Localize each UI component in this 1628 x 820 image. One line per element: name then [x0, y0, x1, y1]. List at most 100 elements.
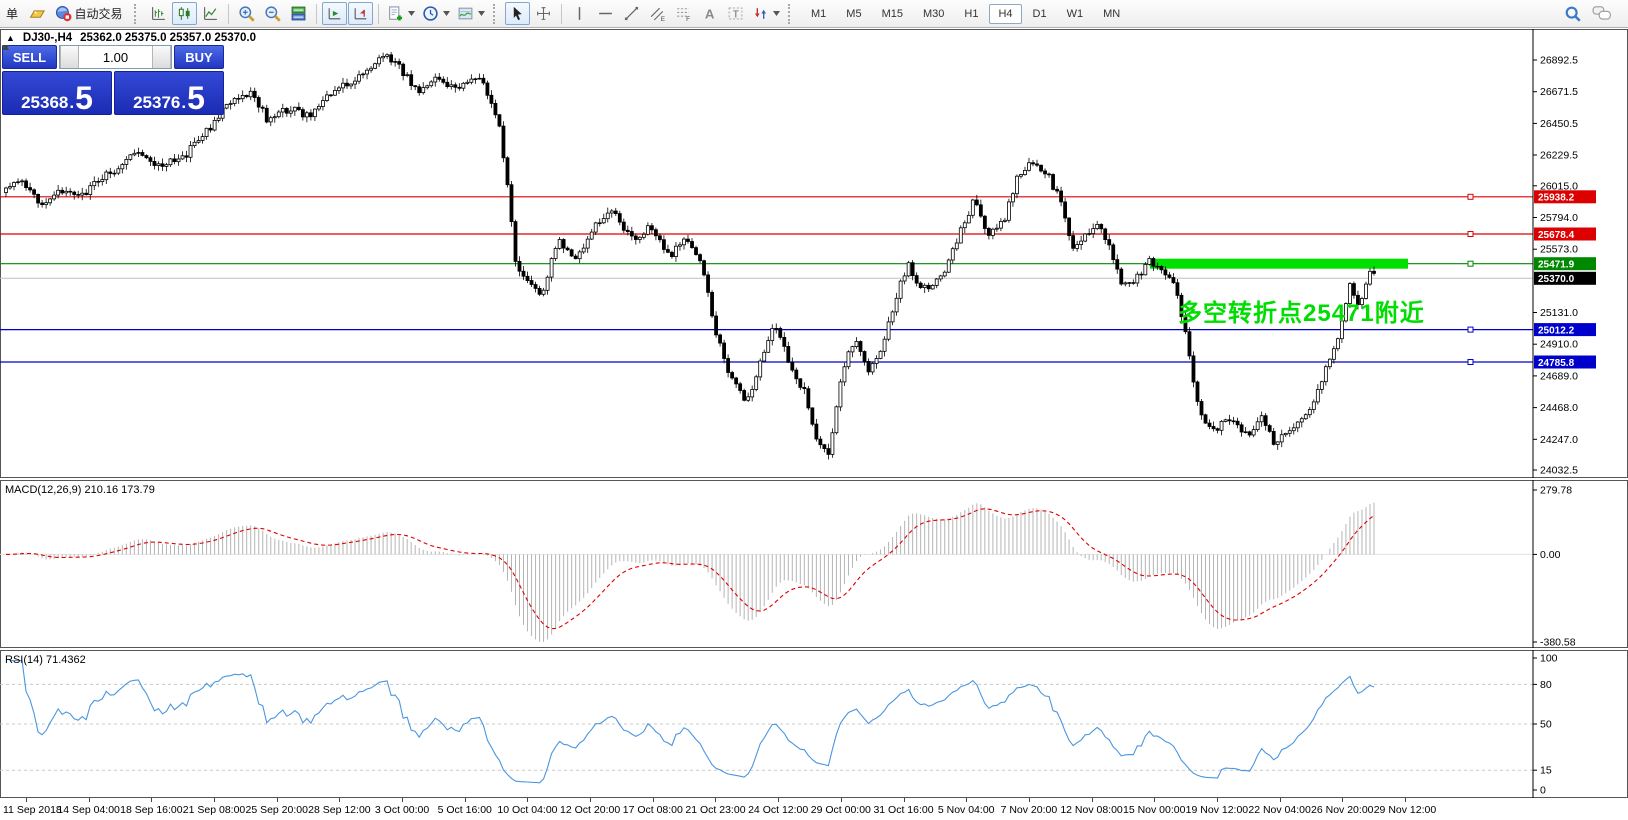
volume-increase-button[interactable]	[152, 46, 171, 68]
add-indicator-button[interactable]	[384, 2, 418, 25]
macd-tick: 0.00	[1540, 549, 1561, 561]
channel-icon: E	[649, 5, 666, 22]
timeframe-button-m1[interactable]: M1	[802, 4, 835, 24]
sell-price: 25368	[21, 94, 68, 111]
chart-shift-button[interactable]	[348, 2, 373, 25]
volume-input[interactable]: 1.00	[79, 46, 152, 68]
price-tick: 24247.0	[1540, 434, 1578, 446]
price-level-label: 25012.2	[1538, 325, 1575, 336]
buy-price-box[interactable]: 25376.5	[114, 71, 224, 115]
clock-icon	[422, 5, 439, 22]
line-handle[interactable]	[1468, 232, 1473, 237]
auto-scroll-button[interactable]	[322, 2, 347, 25]
crosshair-button[interactable]	[531, 2, 556, 25]
arrows-button[interactable]	[749, 2, 783, 25]
line-chart-button[interactable]	[198, 2, 223, 25]
macd-tick: -380.58	[1540, 637, 1576, 649]
chart-annotation[interactable]: 多空转折点25471附近	[1178, 293, 1425, 328]
current-price-label: 25370.0	[1538, 274, 1575, 285]
template-icon	[457, 5, 474, 22]
toolbar-grip[interactable]	[493, 4, 500, 24]
timeframe-button-h1[interactable]: H1	[955, 4, 987, 24]
cursor-icon	[509, 5, 526, 22]
timeframe-button-m15[interactable]: M15	[873, 4, 912, 24]
timeframe-button-w1[interactable]: W1	[1058, 4, 1093, 24]
date-label: 18 Sep 16:00	[120, 804, 182, 816]
line-chart-icon	[202, 5, 219, 22]
vertical-line-button[interactable]	[567, 2, 592, 25]
timeframe-button-h4[interactable]: H4	[989, 4, 1021, 24]
timeframe-button-mn[interactable]: MN	[1094, 4, 1129, 24]
date-axis[interactable]: 11 Sep 201814 Sep 04:0018 Sep 16:0021 Se…	[0, 798, 1628, 820]
search-icon[interactable]	[1564, 5, 1582, 23]
timeframe-group: M1M5M15M30H1H4D1W1MN	[802, 4, 1129, 24]
zoom-out-icon	[264, 5, 282, 23]
toolbar-grip[interactable]	[788, 4, 795, 24]
horizontal-line-button[interactable]	[593, 2, 618, 25]
macd-histogram	[6, 503, 1374, 642]
date-label: 29 Nov 12:00	[1374, 804, 1436, 816]
zoom-in-button[interactable]	[234, 2, 259, 25]
highlight-zone[interactable]	[1150, 259, 1408, 269]
rsi-tick: 100	[1540, 653, 1558, 665]
fibonacci-button[interactable]: F	[671, 2, 696, 25]
periods-button[interactable]	[419, 2, 453, 25]
text-tool-button[interactable]: A	[697, 2, 722, 25]
date-label: 31 Oct 16:00	[873, 804, 933, 816]
volume-spinner: 1.00	[59, 45, 172, 69]
price-tick: 26671.5	[1540, 86, 1578, 98]
trendline-button[interactable]	[619, 2, 644, 25]
tile-windows-icon	[290, 5, 307, 22]
sell-button[interactable]: SELL	[2, 45, 57, 69]
auto-scroll-icon	[326, 5, 343, 22]
macd-signal-line	[6, 509, 1374, 629]
sell-price-box[interactable]: 25368.5	[2, 71, 112, 115]
date-tick	[778, 798, 779, 802]
text-tool-icon: A	[701, 5, 718, 22]
price-tick: 26450.5	[1540, 118, 1578, 130]
new-order-button[interactable]	[25, 2, 50, 25]
templates-button[interactable]	[454, 2, 488, 25]
rsi-tick: 15	[1540, 765, 1552, 777]
zoom-out-button[interactable]	[260, 2, 285, 25]
rsi-chart[interactable]: 1008050150	[0, 650, 1628, 798]
buy-price: 25376	[133, 94, 180, 111]
tile-windows-button[interactable]	[286, 2, 311, 25]
chat-icon[interactable]	[1592, 5, 1612, 22]
rsi-tick: 80	[1540, 679, 1552, 691]
macd-tick: 279.78	[1540, 485, 1572, 497]
order-label[interactable]: 单	[6, 5, 18, 22]
arrows-icon	[752, 5, 769, 22]
line-handle[interactable]	[1468, 261, 1473, 266]
ohlc-values: 25362.0 25375.0 25357.0 25370.0	[80, 32, 256, 44]
timeframe-button-d1[interactable]: D1	[1024, 4, 1056, 24]
cursor-button[interactable]	[505, 2, 530, 25]
line-handle[interactable]	[1468, 327, 1473, 332]
bar-chart-button[interactable]	[146, 2, 171, 25]
date-tick	[89, 798, 90, 802]
macd-chart[interactable]: 279.78 0.00 -380.58	[0, 480, 1628, 648]
dropdown-caret-icon	[443, 11, 450, 16]
timeframe-button-m30[interactable]: M30	[914, 4, 953, 24]
add-indicator-icon	[387, 5, 404, 22]
date-label: 3 Oct 00:00	[375, 804, 429, 816]
candlestick-chart-button[interactable]	[172, 2, 197, 25]
autotrade-button[interactable]: 自动交易	[51, 2, 129, 25]
timeframe-button-m5[interactable]: M5	[837, 4, 870, 24]
date-tick	[527, 798, 528, 802]
collapse-arrow-icon[interactable]: ▲	[6, 33, 15, 43]
autotrade-label: 自动交易	[75, 5, 126, 22]
line-handle[interactable]	[1468, 194, 1473, 199]
label-tool-button[interactable]: T	[723, 2, 748, 25]
macd-label: MACD(12,26,9) 210.16 173.79	[5, 484, 155, 496]
rsi-tick: 0	[1540, 785, 1546, 797]
volume-decrease-button[interactable]	[60, 46, 79, 68]
date-label: 21 Sep 08:00	[183, 804, 245, 816]
line-handle[interactable]	[1468, 360, 1473, 365]
buy-button[interactable]: BUY	[174, 45, 224, 69]
candlestick-chart[interactable]: 26892.526671.526450.526229.526015.025794…	[0, 29, 1628, 478]
price-level-label: 25938.2	[1538, 193, 1575, 204]
toolbar-grip[interactable]	[134, 4, 141, 24]
date-tick	[1154, 798, 1155, 802]
equidistant-channel-button[interactable]: E	[645, 2, 670, 25]
